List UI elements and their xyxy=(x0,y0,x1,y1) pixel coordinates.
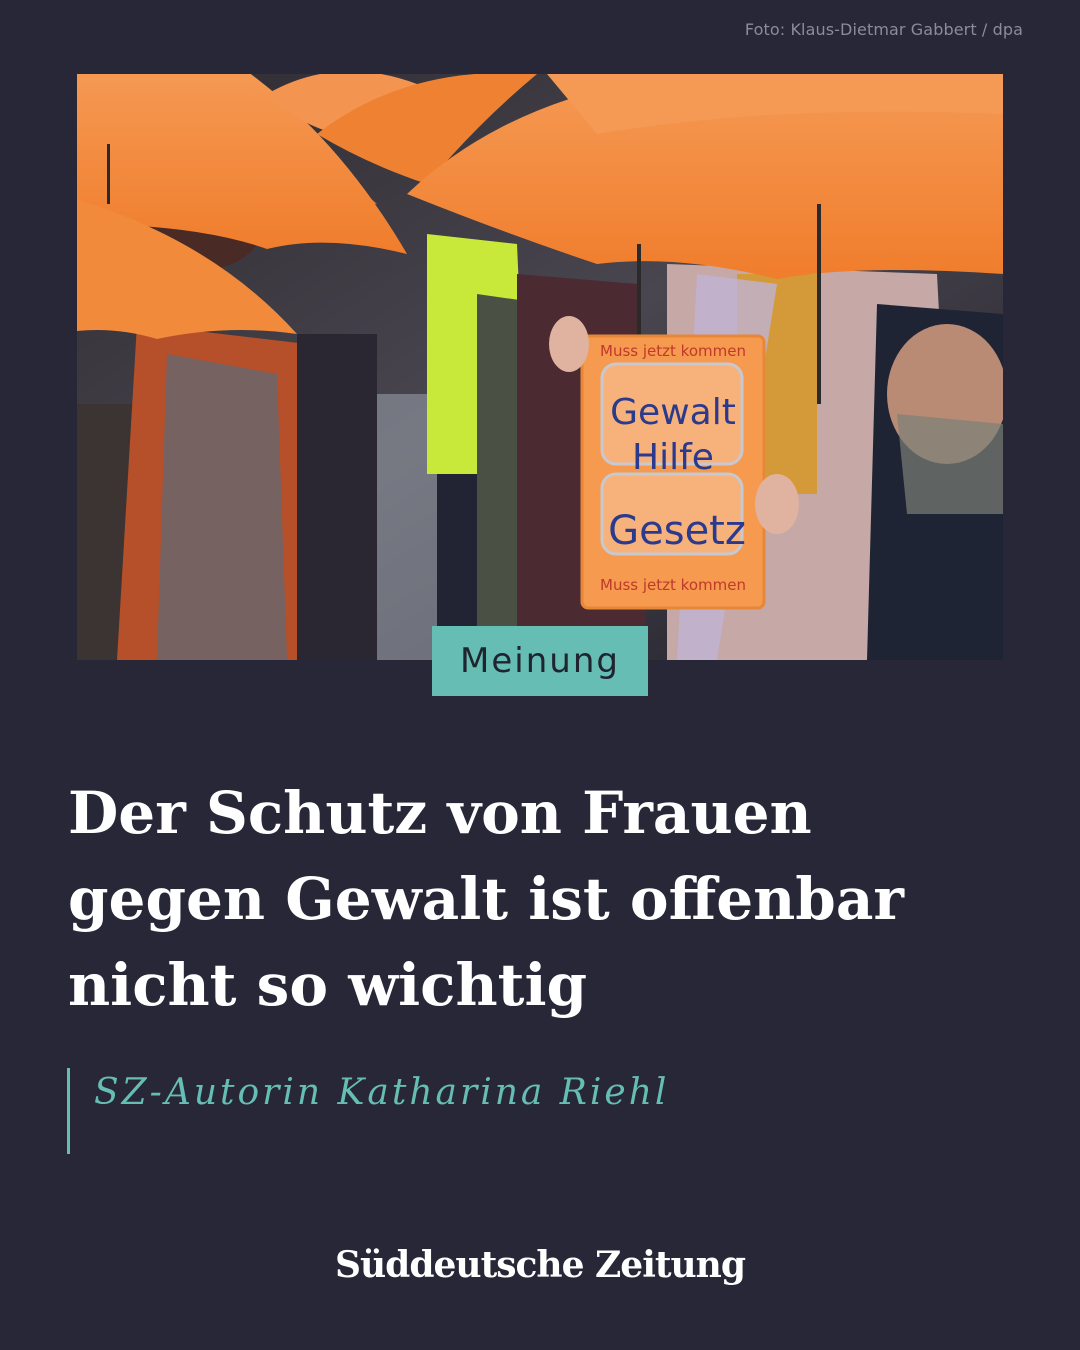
author-byline: SZ-Autorin Katharina Riehl xyxy=(94,1072,670,1113)
sign-line-gesetz: Gesetz xyxy=(608,508,746,554)
sign-line-gewalt: Gewalt xyxy=(610,392,736,433)
sign-line-top: Muss jetzt kommen xyxy=(600,342,746,360)
author-block: SZ-Autorin Katharina Riehl xyxy=(67,1068,870,1154)
brand-logo: Süddeutsche Zeitung xyxy=(334,1244,746,1286)
sign-line-bottom: Muss jetzt kommen xyxy=(600,576,746,594)
headline: Der Schutz von Frauen gegen Gewalt ist o… xyxy=(68,779,904,1019)
protest-photo-illustration: Muss jetzt kommen Gewalt Hilfe Gesetz Mu… xyxy=(77,74,1003,660)
photo-credit: Foto: Klaus-Dietmar Gabbert / dpa xyxy=(744,20,1023,39)
sign-line-hilfe: Hilfe xyxy=(632,437,714,478)
category-badge: Meinung xyxy=(432,626,648,696)
article-photo: Muss jetzt kommen Gewalt Hilfe Gesetz Mu… xyxy=(77,74,1003,660)
